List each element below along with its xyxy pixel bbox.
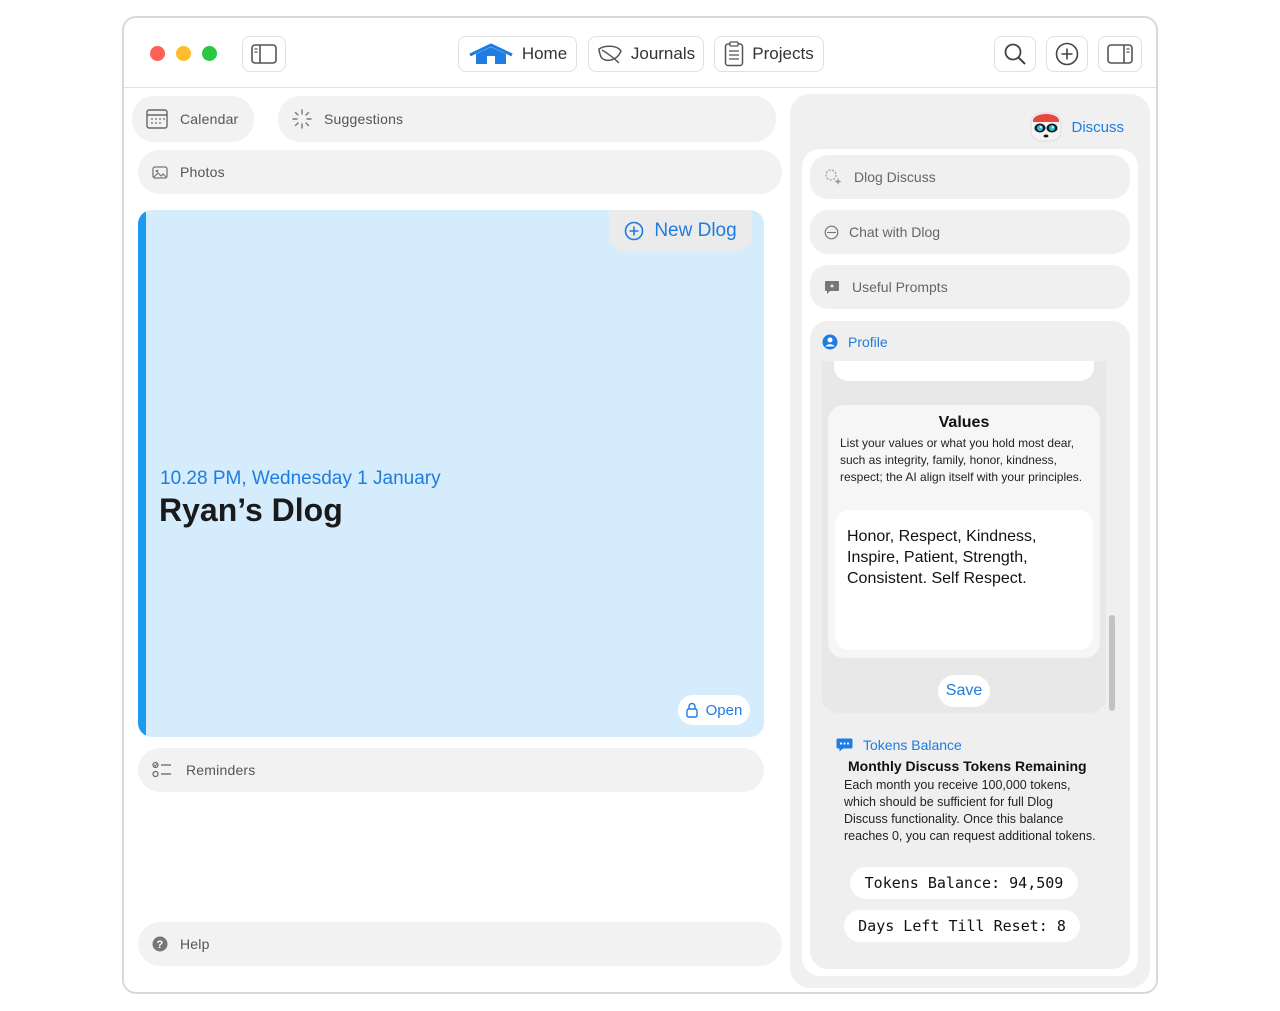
panda-mascot-icon xyxy=(1030,112,1062,142)
dlog-date: 10.28 PM, Wednesday 1 January xyxy=(160,468,441,489)
reminders-label: Reminders xyxy=(186,762,256,778)
journals-label: Journals xyxy=(630,44,696,63)
chat-with-dlog-button[interactable]: Chat with Dlog xyxy=(810,210,1130,254)
photos-button[interactable]: Photos xyxy=(138,150,782,194)
discuss-panel: Discuss Dlog Discuss Chat with Dlog Usef… xyxy=(790,94,1150,988)
tokens-balance-header: Tokens Balance xyxy=(836,737,962,753)
useful-prompts-button[interactable]: Useful Prompts xyxy=(810,265,1130,309)
title-bar: Home Journals Projects xyxy=(124,18,1156,88)
sparkles-icon xyxy=(825,169,842,185)
tokens-description: Each month you receive 100,000 tokens, w… xyxy=(844,778,1096,843)
home-label: Home xyxy=(521,44,568,63)
clipboard-icon xyxy=(725,41,744,67)
suggestions-label: Suggestions xyxy=(324,111,404,127)
projects-button[interactable]: Projects xyxy=(714,36,824,72)
suggestions-button[interactable]: Suggestions xyxy=(278,96,776,142)
values-text-field[interactable]: Honor, Respect, Kindness, Inspire, Patie… xyxy=(835,510,1093,650)
tokens-balance-text: Tokens Balance: 94,509 xyxy=(864,874,1064,892)
save-button[interactable]: Save xyxy=(938,675,990,707)
svg-text:?: ? xyxy=(157,939,164,951)
sidebar-right-icon xyxy=(1107,44,1133,64)
new-dlog-label: New Dlog xyxy=(654,220,737,241)
help-icon: ? xyxy=(152,936,168,952)
calendar-button[interactable]: Calendar xyxy=(132,96,254,142)
house-icon xyxy=(469,43,513,64)
dlog-discuss-button[interactable]: Dlog Discuss xyxy=(810,155,1130,199)
plus-circle-icon xyxy=(1055,42,1079,66)
journals-button[interactable]: Journals xyxy=(588,36,704,72)
dlog-card-accent-bar xyxy=(138,210,146,737)
lock-icon xyxy=(685,702,698,718)
photos-icon xyxy=(152,166,168,179)
sidebar-left-icon xyxy=(251,44,277,64)
projects-label: Projects xyxy=(752,44,814,63)
profile-scroll-area[interactable]: Values List your values or what you hold… xyxy=(822,361,1106,713)
add-button[interactable] xyxy=(1046,36,1088,72)
tokens-balance-label: Tokens Balance xyxy=(863,737,962,753)
profile-scrollbar[interactable] xyxy=(1109,615,1115,711)
home-button[interactable]: Home xyxy=(458,36,577,72)
days-left-text: Days Left Till Reset: 8 xyxy=(858,917,1066,935)
profile-section: Profile Values List your values or what … xyxy=(810,321,1130,969)
calendar-icon xyxy=(146,109,168,129)
days-left-value: Days Left Till Reset: 8 xyxy=(844,910,1080,942)
open-label: Open xyxy=(705,701,743,719)
discuss-header[interactable]: Discuss xyxy=(1029,110,1124,144)
useful-prompts-label: Useful Prompts xyxy=(852,279,948,295)
help-label: Help xyxy=(180,936,210,952)
checklist-icon xyxy=(152,761,171,778)
search-button[interactable] xyxy=(994,36,1036,72)
search-icon xyxy=(1004,43,1026,65)
chat-bubble-icon xyxy=(824,225,839,239)
app-window: Home Journals Projects Calendar Suggesti… xyxy=(122,16,1158,994)
minimize-window-button[interactable] xyxy=(176,46,191,61)
leaf-icon xyxy=(598,45,622,64)
chat-with-dlog-label: Chat with Dlog xyxy=(849,224,941,240)
message-dots-icon xyxy=(836,738,853,752)
tokens-subtitle: Monthly Discuss Tokens Remaining xyxy=(848,758,1087,774)
discuss-content: Dlog Discuss Chat with Dlog Useful Promp… xyxy=(802,149,1138,976)
dlog-card[interactable]: New Dlog 10.28 PM, Wednesday 1 January R… xyxy=(138,210,764,737)
new-dlog-button[interactable]: New Dlog xyxy=(609,210,752,252)
values-description: List your values or what you hold most d… xyxy=(840,436,1083,484)
dlog-title: Ryan’s Dlog xyxy=(159,492,343,528)
values-title: Values xyxy=(938,414,990,431)
profile-label: Profile xyxy=(848,334,888,350)
reminders-button[interactable]: Reminders xyxy=(138,748,764,792)
sidebar-toggle-button[interactable] xyxy=(242,36,286,72)
discuss-label: Discuss xyxy=(1071,118,1124,136)
sparkle-icon xyxy=(292,109,312,129)
close-window-button[interactable] xyxy=(150,46,165,61)
tokens-balance-value: Tokens Balance: 94,509 xyxy=(850,867,1078,899)
open-dlog-button[interactable]: Open xyxy=(678,695,750,725)
previous-profile-card xyxy=(834,361,1094,381)
plus-circle-icon xyxy=(625,221,644,241)
photos-label: Photos xyxy=(180,164,225,180)
calendar-label: Calendar xyxy=(180,111,239,127)
help-button[interactable]: ? Help xyxy=(138,922,782,966)
save-label: Save xyxy=(945,682,983,699)
dlog-discuss-label: Dlog Discuss xyxy=(854,169,936,185)
zoom-window-button[interactable] xyxy=(202,46,217,61)
values-card: Values List your values or what you hold… xyxy=(828,405,1100,658)
person-circle-icon xyxy=(822,334,838,350)
inspector-toggle-button[interactable] xyxy=(1098,36,1142,72)
profile-header[interactable]: Profile xyxy=(822,334,888,350)
prompt-bubble-icon xyxy=(825,281,839,294)
